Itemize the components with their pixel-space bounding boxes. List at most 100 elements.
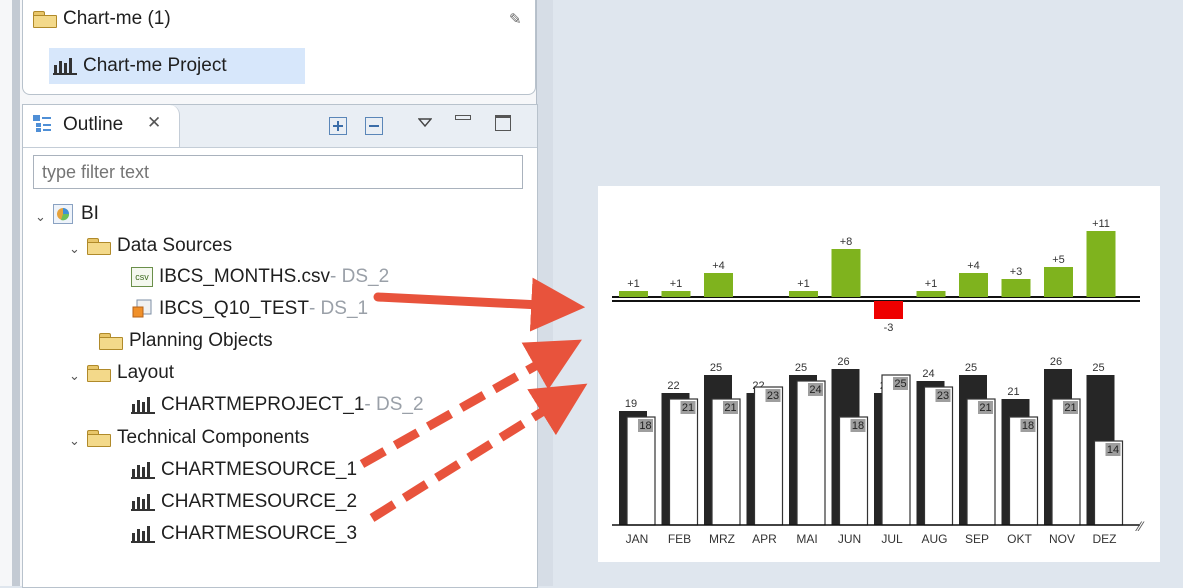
folder-icon (87, 238, 111, 255)
chart-component-icon (131, 525, 155, 543)
minimize-icon[interactable] (455, 115, 471, 120)
tree-node-planning[interactable]: Planning Objects (99, 330, 273, 352)
tree-node-source-3[interactable]: CHARTMESOURCE_3 (131, 523, 357, 545)
folder-icon (87, 430, 111, 447)
tree-node-layout[interactable]: ⌄ Layout (69, 362, 174, 384)
project-root-item[interactable]: Chart-me (1) (33, 8, 171, 30)
variance-bar (1044, 267, 1073, 297)
resize-handle-icon[interactable]: ⁄⁄ (1138, 518, 1143, 534)
folder-icon (99, 333, 123, 350)
tree-label-source-3: CHARTMESOURCE_3 (161, 523, 358, 544)
plan-label: 23 (937, 390, 949, 402)
variance-bar (661, 291, 691, 297)
actual-label: 26 (1050, 356, 1062, 368)
data-source-icon (131, 299, 153, 319)
tree-label-ds-q10: IBCS_Q10_TEST (159, 298, 309, 319)
tree-suffix-ds-q10: - DS_1 (308, 298, 369, 319)
category-tick-label: OKT (1007, 532, 1032, 546)
tree-node-ds-csv[interactable]: csv IBCS_MONTHS.csv - DS_2 (131, 266, 389, 288)
tree-node-bi[interactable]: ⌄ BI (35, 203, 99, 225)
tab-outline-label: Outline (63, 114, 124, 135)
variance-bar (704, 273, 733, 297)
actual-label: 25 (710, 362, 722, 374)
tree-label-source-2: CHARTMESOURCE_2 (161, 491, 358, 512)
chevron-down-icon: ⌄ (69, 368, 80, 383)
plan-bar (1051, 398, 1081, 526)
project-item-label: Chart-me Project (83, 55, 227, 76)
folder-icon (87, 365, 111, 382)
tree-label-source-1: CHARTMESOURCE_1 (161, 459, 358, 480)
actual-label: 25 (1092, 362, 1104, 374)
variance-label: +4 (967, 260, 980, 272)
actual-label: 19 (625, 398, 637, 410)
expand-all-icon[interactable] (329, 117, 347, 135)
outline-icon (33, 115, 51, 133)
close-icon[interactable]: ✕ (147, 113, 161, 133)
pin-icon[interactable]: ✎ (509, 10, 522, 28)
tree-label-data-sources: Data Sources (117, 235, 233, 256)
tab-outline[interactable]: Outline ✕ (23, 105, 180, 147)
plan-label: 23 (767, 390, 779, 402)
tree-node-data-sources[interactable]: ⌄ Data Sources (69, 235, 232, 257)
maximize-icon[interactable] (495, 115, 511, 131)
category-tick-label: MAI (796, 532, 817, 546)
chevron-down-icon: ⌄ (69, 241, 80, 256)
chart-canvas: +1+1+4+1+8-3+1+4+3+5+1119222522252622242… (598, 186, 1160, 562)
variance-bar (619, 291, 648, 297)
variance-bar (831, 249, 861, 297)
tree-node-layout-item[interactable]: CHARTMEPROJECT_1 - DS_2 (131, 394, 424, 416)
ide-left-panel: Chart-me (1) ✎ Chart-me Project Outline … (0, 0, 553, 588)
tree-node-source-2[interactable]: CHARTMESOURCE_2 (131, 491, 357, 513)
tree-suffix-layout-item: - DS_2 (364, 394, 424, 415)
tree-label-ds-csv: IBCS_MONTHS.csv (159, 266, 331, 287)
plan-bar (1008, 416, 1039, 526)
plan-bar (838, 416, 869, 526)
plan-label: 21 (1064, 402, 1076, 414)
variance-label: +4 (712, 260, 725, 272)
plan-bar (668, 398, 699, 526)
plan-label: 21 (682, 402, 694, 414)
plan-label: 21 (724, 402, 736, 414)
category-tick-label: JUN (838, 532, 861, 546)
collapse-all-icon[interactable] (365, 117, 383, 135)
chart-component-icon (131, 396, 155, 414)
csv-file-icon: csv (131, 267, 153, 287)
variance-bar (789, 291, 818, 297)
category-tick-label: APR (752, 532, 777, 546)
chevron-down-icon: ⌄ (69, 433, 80, 448)
variance-bar (874, 301, 903, 319)
tree-node-source-1[interactable]: CHARTMESOURCE_1 (131, 459, 357, 481)
variance-label: +3 (1010, 266, 1023, 278)
variance-label: +1 (925, 278, 938, 290)
chart-component-icon (131, 493, 155, 511)
plan-bar (626, 416, 656, 526)
tree-node-technical[interactable]: ⌄ Technical Components (69, 427, 309, 449)
plan-label: 18 (639, 420, 651, 432)
tree-node-ds-q10[interactable]: IBCS_Q10_TEST - DS_1 (131, 298, 368, 320)
plan-label: 18 (852, 420, 864, 432)
actual-label: 25 (795, 362, 807, 374)
variance-label: +11 (1092, 218, 1110, 230)
plan-bar (711, 398, 741, 526)
chart-svg: +1+1+4+1+8-3+1+4+3+5+1119222522252622242… (612, 218, 1140, 546)
plan-label: 21 (979, 402, 991, 414)
outline-view: Outline ✕ ⌄ BI ⌄ (22, 104, 538, 588)
variance-label: -3 (884, 322, 894, 334)
category-tick-label: JUL (881, 532, 903, 546)
filter-input[interactable] (33, 155, 523, 189)
tree-label-layout: Layout (117, 362, 175, 383)
category-tick-label: SEP (965, 532, 989, 546)
variance-bar (1086, 231, 1116, 297)
panel-border (536, 0, 553, 586)
tree-label-technical: Technical Components (117, 427, 310, 448)
category-tick-label: FEB (668, 532, 691, 546)
variance-bar (959, 273, 988, 297)
chevron-down-icon: ⌄ (35, 209, 46, 224)
tree-suffix-ds-csv: - DS_2 (330, 266, 390, 287)
view-menu-icon[interactable] (417, 115, 433, 133)
variance-bar (1001, 279, 1031, 297)
outline-tabbar: Outline ✕ (23, 105, 537, 148)
project-root-label: Chart-me (1) (63, 8, 171, 29)
category-tick-label: JAN (626, 532, 649, 546)
project-item-selected[interactable]: Chart-me Project (49, 48, 305, 84)
